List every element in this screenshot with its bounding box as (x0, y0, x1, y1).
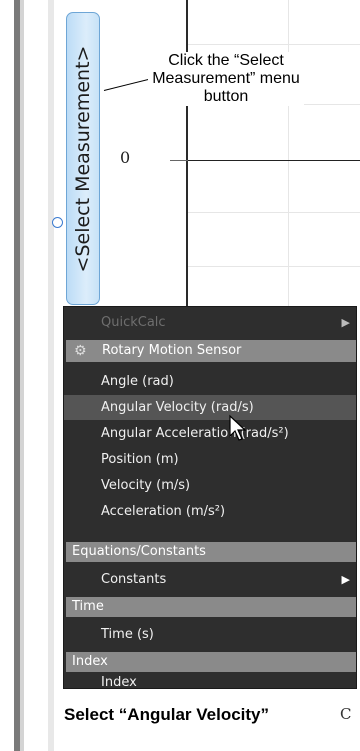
menu-item-index[interactable]: Index (64, 675, 356, 690)
menu-item-angular-acceleration[interactable]: Angular Acceleration (rad/s²) (64, 421, 356, 446)
grid-line (188, 212, 360, 213)
menu-item-quickcalc: QuickCalc ▶ (64, 310, 356, 335)
menu-item-label: Time (s) (101, 627, 154, 642)
menu-item-label: Index (101, 675, 137, 690)
menu-item-position[interactable]: Position (m) (64, 447, 356, 472)
menu-item-label: Rotary Motion Sensor (102, 343, 242, 358)
menu-item-label: Constants (101, 572, 167, 587)
grid-line (288, 0, 289, 310)
select-measurement-label: <Select Measurement> (72, 45, 94, 272)
axis-marker-circle (52, 217, 63, 228)
mouse-cursor-icon (229, 414, 247, 441)
menu-item-velocity[interactable]: Velocity (m/s) (64, 473, 356, 498)
menu-item-acceleration[interactable]: Acceleration (m/s²) (64, 499, 356, 524)
measurement-dropdown-menu: QuickCalc ▶ ⚙ Rotary Motion Sensor Angle… (63, 306, 357, 690)
menu-header-index: Index (66, 652, 356, 672)
menu-item-label: Velocity (m/s) (101, 478, 191, 493)
menu-item-label: Index (72, 654, 108, 669)
menu-item-label: Angular Acceleration (rad/s²) (101, 426, 289, 441)
menu-header-equations-constants: Equations/Constants (66, 542, 356, 562)
instruction-caption: Select “Angular Velocity” (64, 705, 270, 724)
menu-item-label: Angular Velocity (rad/s) (101, 400, 254, 415)
select-measurement-button[interactable]: <Select Measurement> (66, 12, 100, 305)
menu-item-label: Position (m) (101, 452, 179, 467)
submenu-arrow-icon: ▶ (341, 316, 350, 329)
menu-item-label: QuickCalc (101, 315, 166, 330)
zero-line (188, 160, 360, 161)
zero-axis-label: 0 (120, 148, 131, 167)
y-axis-line (186, 0, 188, 310)
menu-item-label: Angle (rad) (101, 374, 174, 389)
menu-item-label: Time (72, 599, 104, 614)
menu-item-label: Acceleration (m/s²) (101, 504, 226, 519)
sidebar-edge (20, 0, 24, 751)
callout-text: Click the “Select Measurement” menu butt… (148, 52, 304, 106)
menu-item-time[interactable]: Time (s) (64, 622, 356, 647)
menu-item-constants[interactable]: Constants ▶ (64, 567, 356, 592)
grid-line (188, 44, 360, 45)
menu-item-angle[interactable]: Angle (rad) (64, 369, 356, 394)
menu-item-angular-velocity[interactable]: Angular Velocity (rad/s) (64, 395, 356, 420)
menu-header-time: Time (66, 597, 356, 617)
grid-line (188, 266, 360, 267)
cut-off-letter: C (340, 705, 352, 723)
sensor-icon: ⚙ (74, 343, 87, 359)
menu-item-label: Equations/Constants (72, 544, 206, 559)
zero-tick (170, 160, 188, 161)
menu-header-rotary-motion-sensor: ⚙ Rotary Motion Sensor (66, 340, 356, 362)
submenu-arrow-icon: ▶ (341, 573, 350, 586)
